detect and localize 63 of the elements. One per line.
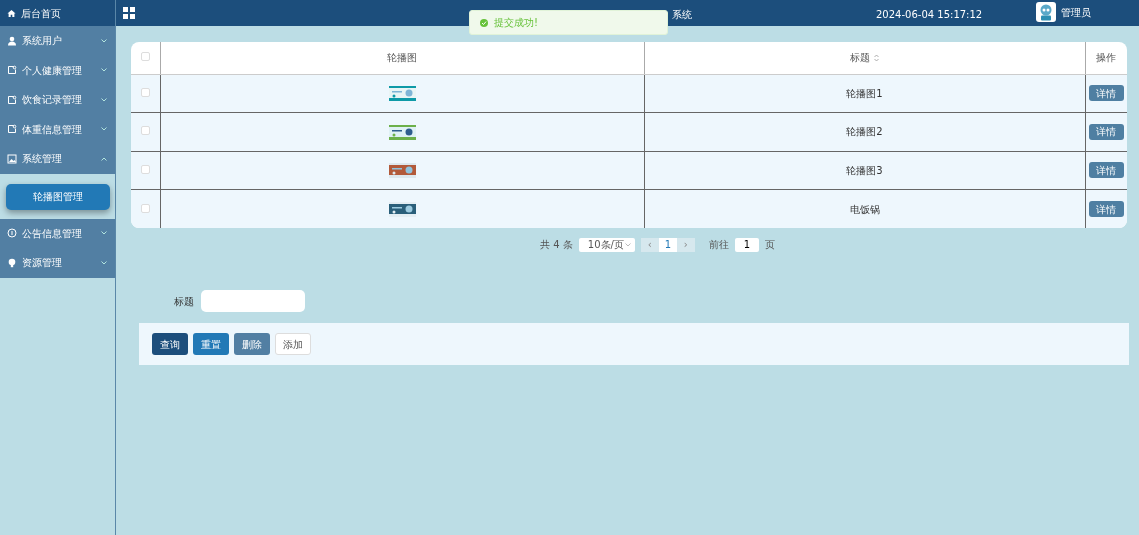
chevron-down-icon bbox=[101, 231, 107, 236]
bulb-icon bbox=[7, 257, 17, 268]
home-menu-item[interactable]: 后台首页 bbox=[0, 0, 115, 26]
success-toast: 提交成功! bbox=[469, 10, 668, 35]
previous-page-button[interactable]: ‹ bbox=[640, 237, 659, 252]
row-checkbox[interactable] bbox=[140, 87, 150, 97]
chevron-down-icon bbox=[101, 68, 107, 73]
menu-item[interactable]: 资源管理 bbox=[0, 248, 115, 278]
total-count: 共 4 条 bbox=[540, 238, 573, 252]
page-suffix: 页 bbox=[764, 238, 775, 252]
details-button[interactable]: 详情 bbox=[1088, 123, 1124, 140]
select-all-checkbox[interactable] bbox=[140, 52, 150, 62]
table-cell: 轮播图3 bbox=[846, 164, 883, 176]
chevron-down-icon bbox=[624, 242, 631, 247]
menu-item[interactable]: 系统管理 bbox=[0, 144, 115, 174]
table-cell: 轮播图1 bbox=[846, 87, 883, 99]
info-icon bbox=[7, 228, 17, 239]
page-number[interactable]: 1 bbox=[658, 237, 677, 252]
person-icon bbox=[7, 35, 17, 46]
robot-avatar-icon bbox=[1036, 2, 1056, 22]
chevron-down-icon bbox=[101, 38, 107, 43]
home-icon bbox=[7, 8, 16, 18]
table-cell: 电饭锅 bbox=[849, 203, 880, 215]
reset-button[interactable]: 重置 bbox=[193, 333, 229, 355]
menu-item[interactable]: 个人健康管理 bbox=[0, 55, 115, 85]
menu-item[interactable]: 饮食记录管理 bbox=[0, 85, 115, 115]
document-icon bbox=[7, 65, 17, 76]
chevron-down-icon bbox=[101, 260, 107, 265]
goto-label: 前往 bbox=[708, 238, 729, 252]
sort-icon bbox=[873, 54, 879, 63]
table-cell: 轮播图2 bbox=[846, 126, 883, 138]
details-button[interactable]: 详情 bbox=[1088, 201, 1124, 217]
column-header: 操作 bbox=[1096, 52, 1117, 64]
app-title: 系统 bbox=[672, 8, 692, 22]
menu-item[interactable]: 体重信息管理 bbox=[0, 114, 115, 144]
page-input[interactable]: 1 bbox=[734, 237, 759, 252]
delete-button[interactable]: 删除 bbox=[234, 333, 270, 355]
next-page-button[interactable]: › bbox=[676, 237, 695, 252]
chevron-down-icon bbox=[101, 97, 107, 102]
check-circle-icon bbox=[480, 18, 488, 27]
grid-menu-icon bbox=[123, 7, 135, 19]
chevron-down-icon bbox=[101, 127, 107, 132]
document-icon bbox=[7, 94, 17, 105]
document-icon bbox=[7, 124, 17, 135]
page-size-select[interactable]: 10条/页 bbox=[578, 237, 635, 252]
query-button[interactable]: 查询 bbox=[152, 333, 188, 355]
column-header: 轮播图 bbox=[387, 52, 417, 64]
submenu-item[interactable]: 轮播图管理 bbox=[6, 183, 110, 210]
row-checkbox[interactable] bbox=[140, 164, 150, 174]
menu-item[interactable]: 系统用户 bbox=[0, 26, 115, 56]
title-input-field[interactable] bbox=[201, 290, 305, 312]
details-button[interactable]: 详情 bbox=[1088, 162, 1124, 179]
add-button[interactable]: 添加 bbox=[275, 333, 311, 355]
details-button[interactable]: 详情 bbox=[1088, 85, 1124, 102]
chevron-up-icon bbox=[101, 156, 107, 161]
user-name: 管理员 bbox=[1061, 5, 1091, 20]
image-icon bbox=[7, 153, 17, 164]
row-checkbox[interactable] bbox=[140, 126, 150, 136]
field-label: 标题 bbox=[174, 294, 194, 309]
date-time: 2024-06-04 15:17:12 bbox=[876, 8, 983, 22]
sortable-column-header[interactable]: 标题 bbox=[850, 52, 871, 64]
menu-item[interactable]: 公告信息管理 bbox=[0, 218, 115, 248]
row-checkbox[interactable] bbox=[140, 203, 150, 213]
